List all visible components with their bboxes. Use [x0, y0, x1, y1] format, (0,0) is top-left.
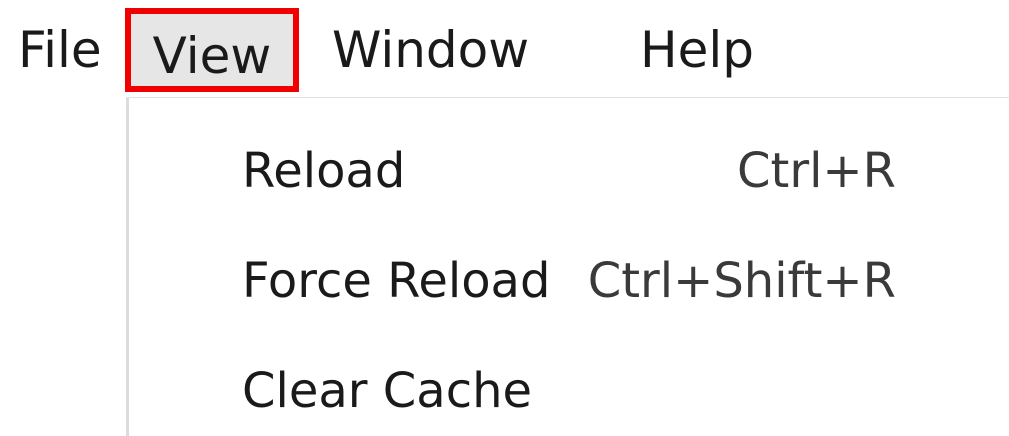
menu-item-label: Clear Cache: [242, 363, 533, 419]
view-dropdown-menu: Reload Ctrl+R Force Reload Ctrl+Shift+R …: [126, 98, 1009, 436]
menu-bar: File View Window Help: [0, 0, 1009, 100]
menu-help[interactable]: Help: [640, 0, 754, 100]
menu-window[interactable]: Window: [332, 0, 529, 100]
menu-item-reload[interactable]: Reload Ctrl+R: [129, 126, 1009, 216]
menu-item-label: Reload: [242, 143, 406, 199]
menu-item-shortcut: Ctrl+Shift+R: [587, 253, 896, 309]
menu-item-clear-cache[interactable]: Clear Cache: [129, 346, 1009, 436]
menu-item-force-reload[interactable]: Force Reload Ctrl+Shift+R: [129, 236, 1009, 326]
menu-item-label: Force Reload: [242, 253, 551, 309]
menu-file[interactable]: File: [18, 0, 102, 100]
menu-view[interactable]: View: [125, 8, 299, 92]
menu-item-shortcut: Ctrl+R: [737, 143, 896, 199]
